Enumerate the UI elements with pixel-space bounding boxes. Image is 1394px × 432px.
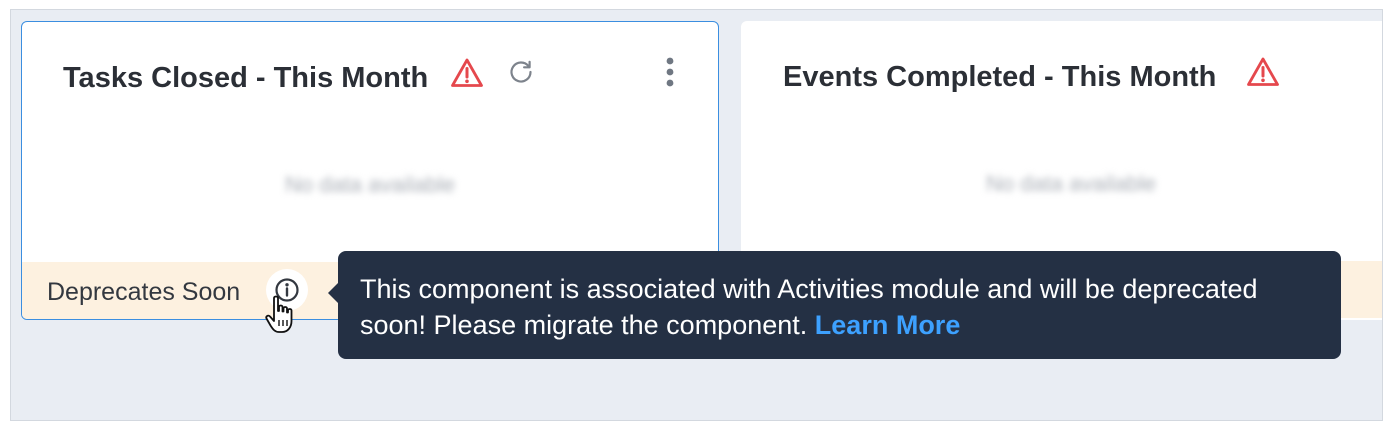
refresh-icon[interactable] [507,58,535,86]
card-title: Tasks Closed - This Month [63,62,429,94]
info-icon [275,278,299,302]
more-vertical-icon[interactable] [658,56,682,90]
deprecation-tooltip: This component is associated with Activi… [328,251,1341,359]
no-data-message: No data available [985,171,1156,196]
tooltip-message: This component is associated with Activi… [360,274,1258,340]
tooltip-arrow [328,283,338,303]
dashboard-canvas: Tasks Closed - This Month No data availa… [10,9,1383,421]
learn-more-link[interactable]: Learn More [815,310,961,340]
no-data-message: No data available [284,172,455,197]
deprecates-soon-label: Deprecates Soon [47,278,241,306]
card-title: Events Completed - This Month [783,61,1217,93]
warning-icon[interactable] [1246,56,1280,88]
warning-icon[interactable] [450,57,484,89]
info-button[interactable] [266,269,308,311]
